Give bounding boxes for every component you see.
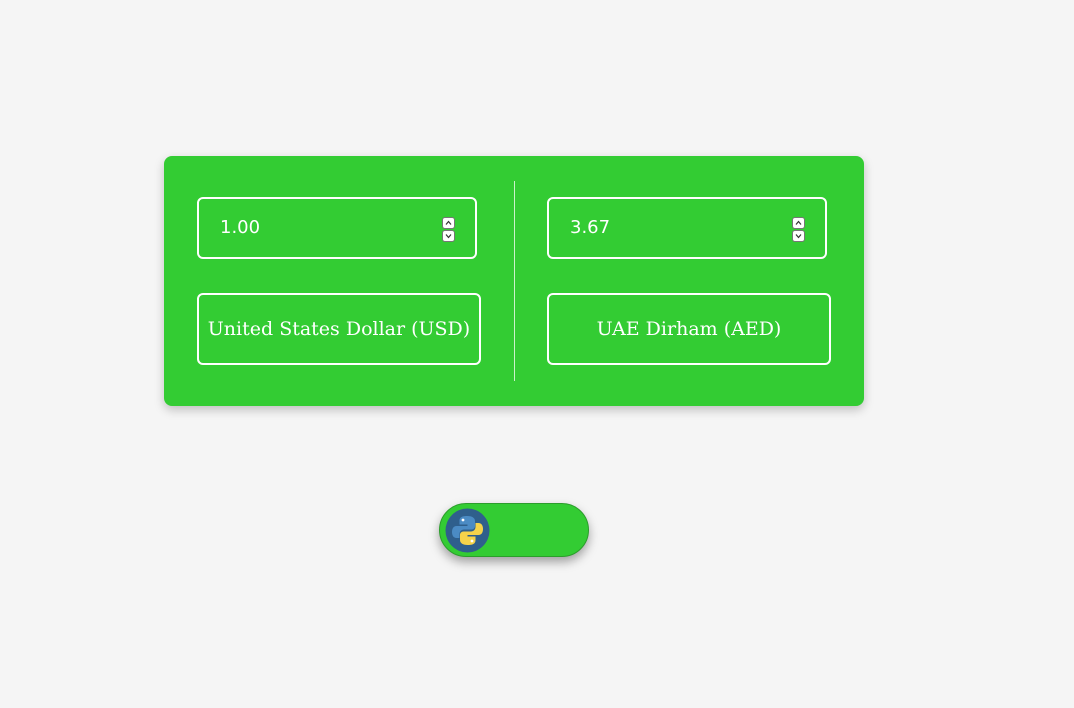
to-currency-select[interactable]: UAE Dirham (AED) — [547, 293, 831, 365]
theme-toggle[interactable] — [439, 503, 589, 557]
from-currency-select[interactable]: United States Dollar (USD) — [197, 293, 481, 365]
chevron-up-icon — [795, 220, 802, 225]
from-decrement-button[interactable] — [442, 230, 455, 242]
to-amount-value[interactable]: 3.67 — [570, 199, 610, 257]
python-logo-icon[interactable] — [445, 508, 490, 553]
from-amount-value[interactable]: 1.00 — [220, 199, 260, 257]
converter-card: 1.00 United States Dollar (USD) 3.67 UAE… — [164, 156, 864, 406]
chevron-down-icon — [445, 234, 452, 239]
to-amount-spinner[interactable] — [792, 217, 805, 242]
from-amount-spinner[interactable] — [442, 217, 455, 242]
to-amount-input[interactable]: 3.67 — [547, 197, 827, 259]
divider — [514, 181, 515, 381]
to-decrement-button[interactable] — [792, 230, 805, 242]
chevron-down-icon — [795, 234, 802, 239]
chevron-up-icon — [445, 220, 452, 225]
from-amount-input[interactable]: 1.00 — [197, 197, 477, 259]
to-increment-button[interactable] — [792, 217, 805, 229]
from-increment-button[interactable] — [442, 217, 455, 229]
